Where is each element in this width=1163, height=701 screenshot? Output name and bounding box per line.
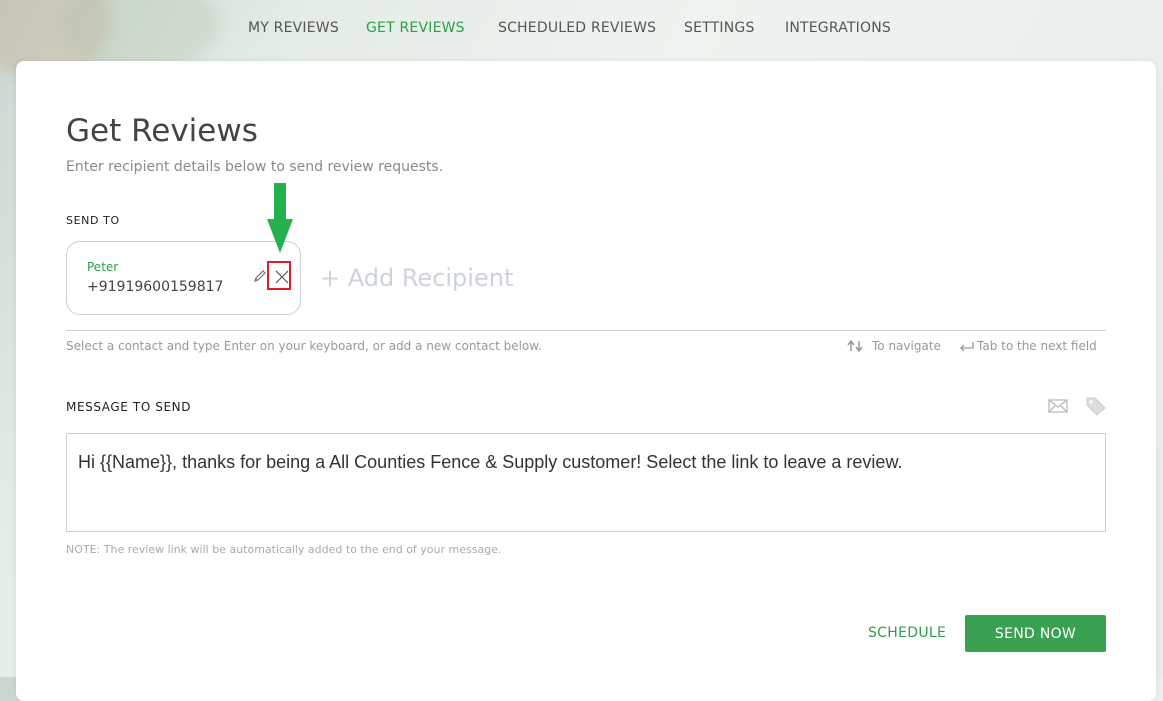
pencil-icon[interactable]: [252, 268, 268, 284]
tab-integrations[interactable]: INTEGRATIONS: [785, 20, 891, 36]
recipient-phone: +91919600159817: [87, 279, 224, 295]
annotation-highlight-box: [267, 261, 291, 290]
top-nav: MY REVIEWS GET REVIEWS SCHEDULED REVIEWS…: [0, 0, 1163, 60]
tab-my-reviews[interactable]: MY REVIEWS: [248, 20, 339, 36]
message-textarea[interactable]: Hi {{Name}}, thanks for being a All Coun…: [66, 433, 1106, 532]
navigate-hint: To navigate: [872, 339, 941, 353]
tab-hint: Tab to the next field: [977, 339, 1097, 353]
tab-get-reviews[interactable]: GET REVIEWS: [366, 20, 465, 36]
send-to-label: SEND TO: [66, 214, 120, 227]
page-subtitle: Enter recipient details below to send re…: [66, 159, 444, 175]
schedule-button[interactable]: SCHEDULE: [868, 625, 946, 641]
enter-key-icon: [960, 342, 974, 352]
message-note: NOTE: The review link will be automatica…: [66, 543, 502, 556]
tag-icon[interactable]: [1085, 396, 1107, 416]
annotation-arrow-icon: [267, 183, 293, 253]
send-to-hint: Select a contact and type Enter on your …: [66, 339, 542, 353]
send-now-label: SEND NOW: [994, 625, 1077, 642]
page-title: Get Reviews: [66, 113, 258, 149]
message-text: Hi {{Name}}, thanks for being a All Coun…: [78, 452, 903, 472]
up-down-arrows-icon: [847, 340, 863, 352]
send-to-divider: [66, 330, 1106, 331]
envelope-icon[interactable]: [1048, 399, 1068, 413]
get-reviews-card: Get Reviews Enter recipient details belo…: [16, 61, 1156, 701]
tab-settings[interactable]: SETTINGS: [684, 20, 755, 36]
send-now-button[interactable]: SEND NOW: [965, 615, 1106, 652]
recipient-name: Peter: [87, 260, 119, 274]
tab-scheduled-reviews[interactable]: SCHEDULED REVIEWS: [498, 20, 656, 36]
message-label: MESSAGE TO SEND: [66, 400, 192, 414]
add-recipient-input[interactable]: + Add Recipient: [320, 264, 513, 292]
